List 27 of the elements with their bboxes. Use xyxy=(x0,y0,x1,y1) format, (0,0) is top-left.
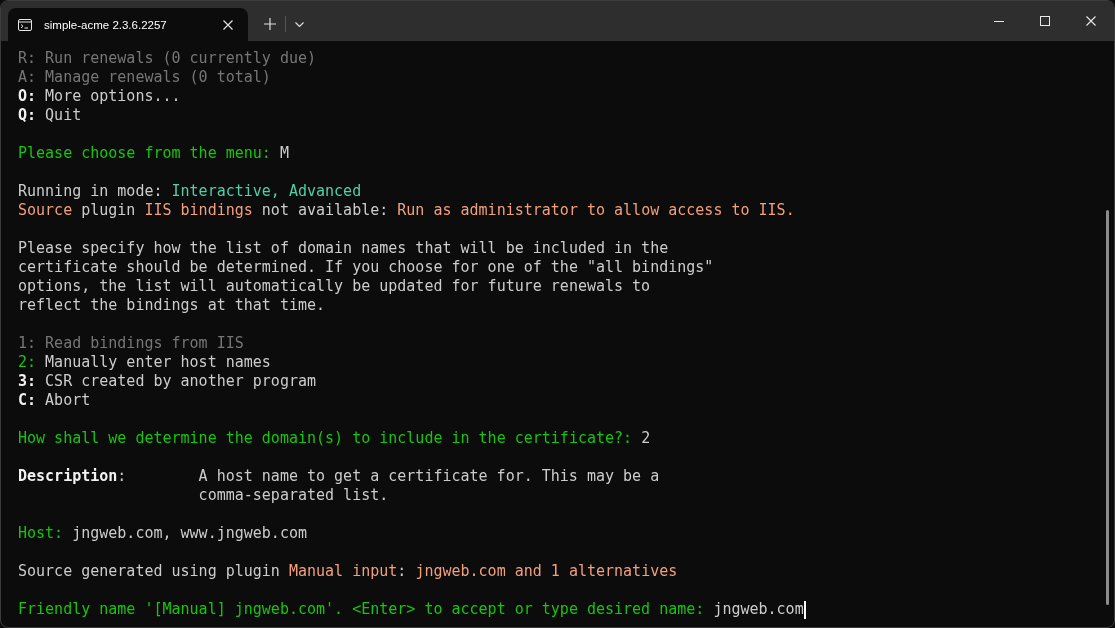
console-message: Source plugin IIS bindings not available: Run as administrator to allow access to IIS. xyxy=(18,201,795,220)
console-message: Source generated using plugin Manual input: jngweb.com and 1 alternatives xyxy=(18,562,678,581)
menu-option: C: Abort xyxy=(18,391,91,410)
prompt-line: Friendly name '[Manual] jngweb.com'. <Enter> to accept or type desired name: jngweb.com xyxy=(18,600,804,619)
chevron-down-icon xyxy=(294,21,304,27)
plus-icon xyxy=(264,18,276,30)
menu-option: A: Manage renewals (0 total) xyxy=(18,68,271,87)
prompt-line: Host: jngweb.com, www.jngweb.com xyxy=(18,524,307,543)
menu-option: 1: Read bindings from IIS xyxy=(18,334,244,353)
maximize-icon xyxy=(1040,16,1050,26)
scrollbar-thumb[interactable] xyxy=(1106,210,1109,605)
terminal-icon xyxy=(18,18,32,31)
menu-option: O: More options... xyxy=(18,87,181,106)
menu-option: 2: Manually enter host names xyxy=(18,353,271,372)
prompt-line: Please choose from the menu: M xyxy=(18,144,289,163)
terminal-tab[interactable]: simple-acme 2.3.6.2257 xyxy=(8,8,248,41)
menu-option: R: Run renewals (0 currently due) xyxy=(18,49,317,68)
close-icon xyxy=(1086,16,1096,26)
prompt-line: How shall we determine the domain(s) to include in the certificate?: 2 xyxy=(18,429,651,448)
menu-option: Q: Quit xyxy=(18,106,82,125)
close-icon xyxy=(223,19,233,30)
minimize-icon xyxy=(994,20,1004,22)
console-message: Running in mode: Interactive, Advanced xyxy=(18,182,362,201)
field-label: Description: xyxy=(18,467,127,486)
menu-option: 3: CSR created by another program xyxy=(18,372,317,391)
instructions-text: Please specify how the list of domain names that will be included in the certificate should be determined. If you choose for one of the "all bindings" options, the list will automatically be updated for future renewals to reflect the bindings at that time. xyxy=(18,239,715,315)
field-value: A host name to get a certificate for. This may be a comma-separated list. xyxy=(198,467,661,505)
